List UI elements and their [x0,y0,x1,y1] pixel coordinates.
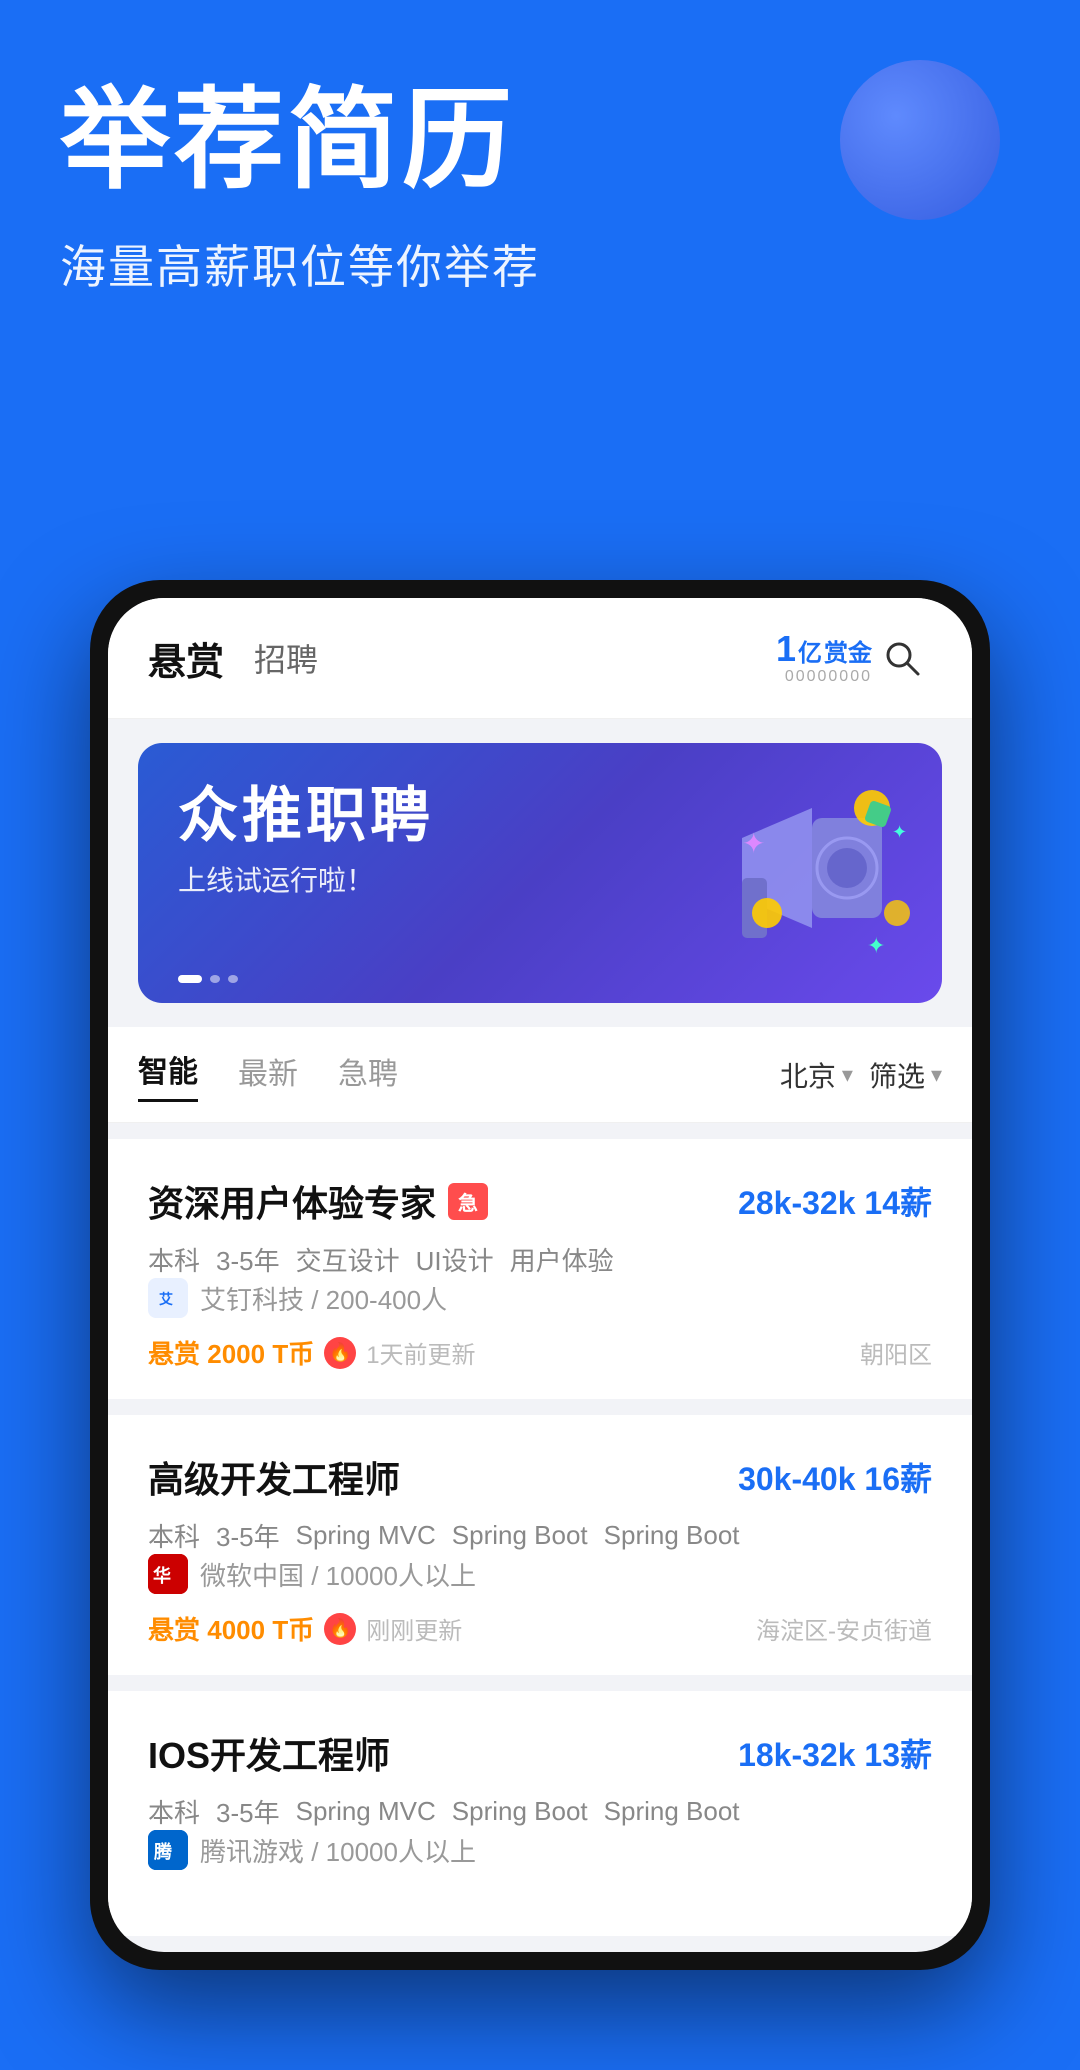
app-nav[interactable]: 招聘 [254,635,318,681]
tag-0-3: UI设计 [416,1241,494,1278]
tag-2-0: 本科 [148,1793,200,1830]
tag-1-1: 3-5年 [216,1517,280,1554]
reward-label: 赏金 [824,642,872,666]
location-1: 海淀区-安贞街道 [756,1611,932,1646]
tab-urgent[interactable]: 急聘 [338,1049,398,1101]
urgent-badge-0: 急 [448,1183,488,1220]
tag-2-1: 3-5年 [216,1793,280,1830]
sub-title: 海量高薪职位等你举荐 [60,231,1020,297]
job-title-0: 资深用户体验专家 急 [148,1175,488,1227]
bottom-area [0,1970,1080,2070]
dot-1 [210,975,220,983]
company-name-0: 艾钉科技 / 200-400人 [200,1280,447,1317]
job-card-2[interactable]: IOS开发工程师 18k-32k 13薪 本科 3-5年 Spring MVC … [108,1691,972,1936]
svg-text:✦: ✦ [892,822,907,842]
company-row-1: 华 微软中国 / 10000人以上 [148,1554,932,1594]
tag-2-3: Spring Boot [452,1796,588,1827]
app-logo[interactable]: 悬赏 [148,631,224,686]
decoration-circle [840,60,1000,220]
megaphone-svg: ✦ ✦ ✦ [712,758,912,978]
svg-text:✦: ✦ [867,933,885,958]
job-salary-0: 28k-32k 14薪 [738,1178,932,1224]
search-icon [880,636,924,680]
job-card-1[interactable]: 高级开发工程师 30k-40k 16薪 本科 3-5年 Spring MVC S… [108,1415,972,1675]
reward-num: 1 [776,631,796,667]
tag-1-0: 本科 [148,1517,200,1554]
job-card-0[interactable]: 资深用户体验专家 急 28k-32k 14薪 本科 3-5年 交互设计 UI设计… [108,1139,972,1399]
megaphone-illustration: ✦ ✦ ✦ [712,758,912,988]
company-logo-2: 腾 [148,1830,188,1870]
hero-section: 举荐简历 海量高薪职位等你举荐 [0,0,1080,560]
tag-0-4: 用户体验 [510,1241,614,1278]
filter-right: 北京 ▾ 筛选 ▾ [780,1055,942,1095]
fire-icon-0: 🔥 [324,1337,356,1369]
job-tags-0: 本科 3-5年 交互设计 UI设计 用户体验 [148,1241,932,1278]
banner-dots [178,975,238,983]
tag-1-4: Spring Boot [604,1520,740,1551]
svg-text:艾: 艾 [159,1291,173,1307]
phone-frame: 悬赏 招聘 1 亿 赏金 00000000 [90,580,990,1970]
banner[interactable]: 众推职聘 上线试运行啦！ [138,743,942,1003]
reward-sublabel: 00000000 [785,669,872,685]
reward-row-0: 悬赏 2000 T币 🔥 1天前更新 朝阳区 [148,1334,932,1371]
job-salary-2: 18k-32k 13薪 [738,1730,932,1776]
tag-0-1: 3-5年 [216,1241,280,1278]
reward-info-1: 悬赏 4000 T币 🔥 刚刚更新 [148,1610,462,1647]
job-tags-2: 本科 3-5年 Spring MVC Spring Boot Spring Bo… [148,1793,932,1830]
reward-text-0: 悬赏 2000 T币 [148,1334,314,1371]
svg-text:华: 华 [153,1565,171,1586]
job-salary-1: 30k-40k 16薪 [738,1454,932,1500]
filter-button[interactable]: 筛选 ▾ [869,1055,942,1095]
dot-active [178,975,202,983]
filter-chevron-icon: ▾ [931,1062,942,1088]
location-chevron-icon: ▾ [842,1062,853,1088]
reward-badge: 1 亿 赏金 00000000 [776,631,872,685]
company-row-2: 腾 腾讯游戏 / 10000人以上 [148,1830,932,1870]
tag-1-3: Spring Boot [452,1520,588,1551]
tag-0-2: 交互设计 [296,1241,400,1278]
tab-latest[interactable]: 最新 [238,1049,298,1101]
tag-2-2: Spring MVC [296,1796,436,1827]
update-time-1: 刚刚更新 [366,1611,462,1646]
company-name-2: 腾讯游戏 / 10000人以上 [200,1832,476,1869]
fire-icon-1: 🔥 [324,1613,356,1645]
location-0: 朝阳区 [860,1335,932,1370]
location-filter[interactable]: 北京 ▾ [780,1055,853,1095]
tab-smart[interactable]: 智能 [138,1047,198,1102]
tag-0-0: 本科 [148,1241,200,1278]
tag-2-4: Spring Boot [604,1796,740,1827]
company-logo-0: 艾 [148,1278,188,1318]
phone-screen: 悬赏 招聘 1 亿 赏金 00000000 [108,598,972,1952]
huawei-icon: 华 [148,1554,188,1594]
company-logo-1: 华 [148,1554,188,1594]
filter-tabs: 智能 最新 急聘 北京 ▾ 筛选 ▾ [108,1027,972,1123]
company-row-0: 艾 艾钉科技 / 200-400人 [148,1278,932,1318]
tag-1-2: Spring MVC [296,1520,436,1551]
tencent-icon: 腾 [148,1830,188,1870]
phone-container: 悬赏 招聘 1 亿 赏金 00000000 [0,560,1080,1970]
update-time-0: 1天前更新 [366,1335,475,1370]
reward-info-0: 悬赏 2000 T币 🔥 1天前更新 [148,1334,476,1371]
reward-yi: 亿 [798,642,822,666]
dot-2 [228,975,238,983]
company-name-1: 微软中国 / 10000人以上 [200,1556,476,1593]
app-header: 悬赏 招聘 1 亿 赏金 00000000 [108,598,972,719]
reward-row-1: 悬赏 4000 T币 🔥 刚刚更新 海淀区-安贞街道 [148,1610,932,1647]
job-title-1: 高级开发工程师 [148,1451,400,1503]
company-icon-0: 艾 [154,1284,182,1312]
reward-text-1: 悬赏 4000 T币 [148,1610,314,1647]
job-tags-1: 本科 3-5年 Spring MVC Spring Boot Spring Bo… [148,1517,932,1554]
job-title-2: IOS开发工程师 [148,1727,390,1779]
svg-text:✦: ✦ [742,828,765,859]
svg-text:腾: 腾 [154,1841,173,1862]
search-button[interactable] [872,628,932,688]
